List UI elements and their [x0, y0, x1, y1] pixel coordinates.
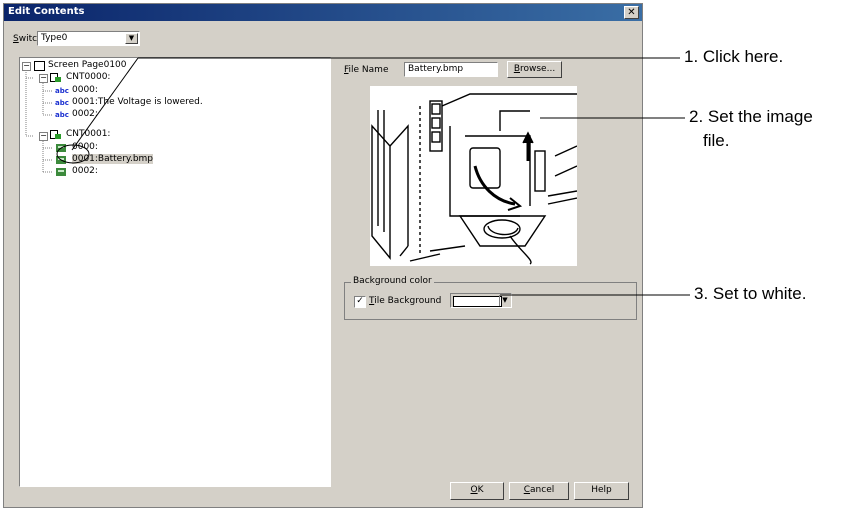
container-icon	[50, 130, 61, 139]
battery-illustration	[371, 93, 578, 265]
dialog-title: Edit Contents	[8, 6, 85, 17]
container-icon	[50, 73, 61, 82]
switch-dropdown[interactable]: Type0 ▼	[37, 31, 140, 46]
tree-node-screen-page[interactable]: Screen Page0100	[48, 60, 127, 70]
annotation-step-2: 2. Set the image	[689, 107, 813, 126]
file-name-input[interactable]: Battery.bmp	[404, 62, 498, 77]
close-button[interactable]: ✕	[624, 6, 639, 19]
tree-node-cnt0001[interactable]: CNT0001:	[66, 129, 110, 139]
collapse-toggle-root[interactable]: −	[22, 62, 31, 71]
contents-tree[interactable]: − Screen Page0100 − CNT0000: abc 0000: a…	[19, 57, 331, 487]
tree-node-text-item[interactable]: 0002:	[72, 109, 98, 119]
image-icon	[56, 156, 66, 164]
switch-value: Type0	[41, 33, 68, 43]
background-color-label: Background color	[351, 276, 434, 286]
collapse-toggle-cnt0001[interactable]: −	[39, 132, 48, 141]
collapse-toggle-cnt0000[interactable]: −	[39, 74, 48, 83]
tree-node-image-item[interactable]: 0002:	[72, 166, 98, 176]
ok-button[interactable]: OK	[450, 482, 504, 500]
tree-node-image-item[interactable]: 0000:	[72, 142, 98, 152]
tile-background-label: Tile Background	[369, 296, 442, 306]
tree-node-text-item[interactable]: 0000:	[72, 85, 98, 95]
tree-node-text-item[interactable]: 0001:The Voltage is lowered.	[72, 97, 203, 107]
annotation-step-3: 3. Set to white.	[694, 284, 807, 303]
color-swatch	[453, 296, 502, 307]
image-icon	[56, 168, 66, 176]
edit-contents-dialog: Edit Contents ✕ Switch Type0 ▼ − Screen …	[3, 3, 643, 508]
chevron-down-icon[interactable]: ▼	[125, 33, 138, 44]
tile-background-checkbox[interactable]: ✓	[354, 296, 366, 308]
page-icon	[34, 61, 45, 71]
help-button[interactable]: Help	[574, 482, 629, 500]
text-abc-icon: abc	[55, 87, 69, 95]
annotation-step-2-cont: file.	[703, 131, 730, 150]
image-icon	[56, 144, 66, 152]
text-abc-icon: abc	[55, 99, 69, 107]
browse-button[interactable]: Browse...	[507, 61, 562, 78]
image-preview	[370, 86, 578, 266]
background-color-group: Background color ✓ Tile Background ▼	[344, 276, 637, 320]
file-name-label: File Name	[344, 65, 389, 75]
text-abc-icon: abc	[55, 111, 69, 119]
tree-node-cnt0000[interactable]: CNT0000:	[66, 72, 110, 82]
tree-node-image-item-selected[interactable]: 0001:Battery.bmp	[72, 154, 154, 164]
background-color-picker[interactable]: ▼	[450, 293, 512, 308]
annotation-step-1: 1. Click here.	[684, 47, 784, 66]
title-bar: Edit Contents ✕	[4, 4, 642, 21]
cancel-button[interactable]: Cancel	[509, 482, 569, 500]
chevron-down-icon[interactable]: ▼	[499, 295, 510, 306]
